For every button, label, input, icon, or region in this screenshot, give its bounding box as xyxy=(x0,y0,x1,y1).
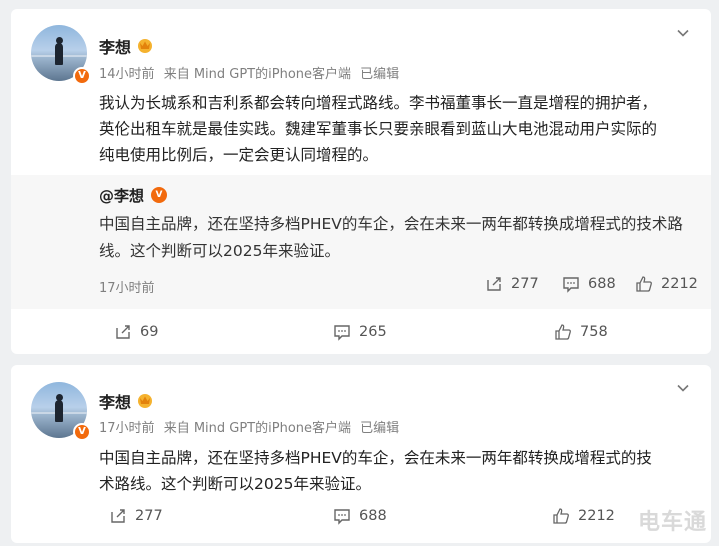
comment-icon xyxy=(334,325,350,341)
post-text: 中国自主品牌，还在坚持多档PHEV的车企，会在未来一两年都转换成增程式的技 术路… xyxy=(99,445,699,497)
like-button[interactable]: 758 xyxy=(554,323,608,341)
repost-icon xyxy=(487,277,501,291)
post-text-line: 我认为长城系和吉利系都会转向增程式路线。李书福董事长一直是增程的拥护者， xyxy=(99,94,658,112)
post-text-line: 英伦出租车就是最佳实践。魏建军董事长只要亲眼看到蓝山大电池混动用户实际的 xyxy=(99,120,658,138)
post-text-line: 术路线。这个判断可以2025年来验证。 xyxy=(99,475,371,493)
quoted-text-line: 中国自主品牌，还在坚持多档PHEV的车企，会在未来一两年都转换成增程式的技术路 xyxy=(99,215,683,233)
repost-count: 69 xyxy=(140,324,159,340)
comment-icon xyxy=(334,509,350,525)
comment-count: 688 xyxy=(359,508,387,524)
repost-icon xyxy=(111,509,125,523)
like-icon xyxy=(636,276,652,292)
quoted-repost-button[interactable]: 277 xyxy=(485,275,539,293)
weibo-post-card: V 李想 14小时前 来自 Mind GPT的iPhone客户端 已编辑 我认为… xyxy=(11,9,711,354)
post-text: 我认为长城系和吉利系都会转向增程式路线。李书福董事长一直是增程的拥护者， 英伦出… xyxy=(99,90,699,168)
repost-icon xyxy=(116,325,130,339)
post-time[interactable]: 14小时前 xyxy=(99,67,155,82)
repost-count: 277 xyxy=(511,276,539,292)
comment-icon xyxy=(563,277,579,293)
quoted-like-button[interactable]: 2212 xyxy=(635,275,698,293)
like-count: 2212 xyxy=(578,508,615,524)
verified-badge-icon: V xyxy=(73,423,91,441)
username[interactable]: 李想 xyxy=(99,389,131,413)
username[interactable]: 李想 xyxy=(99,34,131,58)
repost-count: 277 xyxy=(135,508,163,524)
post-text-line: 纯电使用比例后，一定会更认同增程的。 xyxy=(99,146,379,164)
repost-button[interactable]: 277 xyxy=(109,507,163,525)
post-text-line: 中国自主品牌，还在坚持多档PHEV的车企，会在未来一两年都转换成增程式的技 xyxy=(99,449,652,467)
verified-badge-icon: V xyxy=(151,187,167,203)
verified-badge-icon: V xyxy=(73,67,91,85)
crown-badge-icon xyxy=(138,394,152,408)
comment-button[interactable]: 688 xyxy=(333,507,387,525)
repost-button[interactable]: 69 xyxy=(114,323,158,341)
edited-label[interactable]: 已编辑 xyxy=(360,421,399,436)
post-meta: 14小时前 来自 Mind GPT的iPhone客户端 已编辑 xyxy=(99,63,404,82)
weibo-post-card: V 李想 17小时前 来自 Mind GPT的iPhone客户端 已编辑 中国自… xyxy=(11,365,711,543)
post-source: 来自 Mind GPT的iPhone客户端 xyxy=(163,67,352,82)
like-button[interactable]: 2212 xyxy=(552,507,615,525)
comment-button[interactable]: 265 xyxy=(333,323,387,341)
comment-count: 265 xyxy=(359,324,387,340)
post-time[interactable]: 17小时前 xyxy=(99,421,155,436)
quoted-post[interactable]: @李想 V 中国自主品牌，还在坚持多档PHEV的车企，会在未来一两年都转换成增程… xyxy=(11,175,711,309)
quoted-time[interactable]: 17小时前 xyxy=(99,277,155,296)
comment-count: 688 xyxy=(588,276,616,292)
like-icon xyxy=(553,508,569,524)
chevron-down-icon[interactable] xyxy=(675,25,691,41)
post-source: 来自 Mind GPT的iPhone客户端 xyxy=(163,421,352,436)
like-count: 758 xyxy=(580,324,608,340)
chevron-down-icon[interactable] xyxy=(675,380,691,396)
watermark: 电车通 xyxy=(637,510,707,535)
post-meta: 17小时前 来自 Mind GPT的iPhone客户端 已编辑 xyxy=(99,417,404,436)
quoted-username[interactable]: @李想 xyxy=(99,185,144,206)
quoted-text: 中国自主品牌，还在坚持多档PHEV的车企，会在未来一两年都转换成增程式的技术路 … xyxy=(99,211,704,265)
quoted-text-line: 线。这个判断可以2025年来验证。 xyxy=(99,242,340,260)
crown-badge-icon xyxy=(138,39,152,53)
like-count: 2212 xyxy=(661,276,698,292)
like-icon xyxy=(555,324,571,340)
edited-label[interactable]: 已编辑 xyxy=(360,67,399,82)
quoted-comment-button[interactable]: 688 xyxy=(562,275,616,293)
